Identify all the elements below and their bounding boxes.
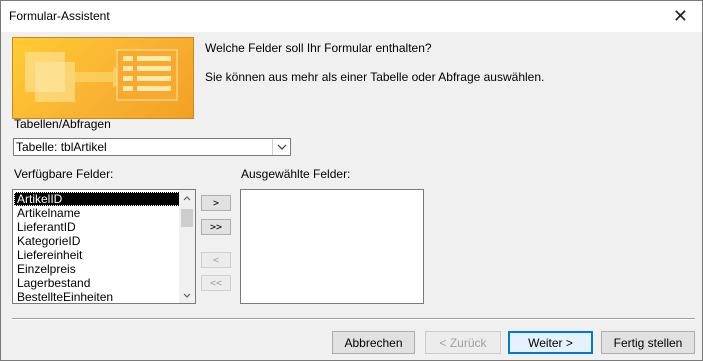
scroll-down-icon[interactable]	[179, 287, 195, 303]
title-bar: Formular-Assistent ✕	[1, 1, 702, 32]
selected-fields-label: Ausgewählte Felder:	[241, 167, 351, 181]
add-all-fields-button[interactable]: >>	[201, 219, 231, 235]
source-combobox-value: Tabelle: tblArtikel	[16, 140, 107, 154]
list-item[interactable]: BestellteEinheiten	[14, 290, 180, 303]
divider	[12, 318, 695, 320]
remove-all-fields-button[interactable]: <<	[201, 275, 231, 291]
back-button[interactable]: < Zurück	[425, 331, 501, 354]
list-item[interactable]: ArtikelID	[14, 192, 180, 206]
source-label: Tabellen/Abfragen	[14, 117, 111, 131]
list-item[interactable]: Liefereinheit	[14, 248, 180, 262]
scroll-up-icon[interactable]	[179, 190, 195, 206]
selected-fields-list[interactable]	[240, 189, 424, 304]
list-item[interactable]: LieferantID	[14, 220, 180, 234]
wizard-illustration-icon	[25, 49, 178, 102]
available-fields-list[interactable]: ArtikelID Artikelname LieferantID Katego…	[12, 189, 196, 304]
prompt-question: Welche Felder soll Ihr Formular enthalte…	[205, 41, 432, 55]
remove-field-button[interactable]: <	[201, 252, 231, 268]
prompt-hint: Sie können aus mehr als einer Tabelle od…	[205, 70, 545, 84]
list-item[interactable]: Lagerbestand	[14, 276, 180, 290]
close-icon[interactable]: ✕	[673, 6, 688, 27]
source-combobox[interactable]: Tabelle: tblArtikel	[13, 138, 291, 156]
list-item[interactable]: Artikelname	[14, 206, 180, 220]
scrollbar-thumb[interactable]	[181, 209, 193, 227]
list-item[interactable]: KategorieID	[14, 234, 180, 248]
finish-button[interactable]: Fertig stellen	[601, 331, 695, 354]
available-fields-label: Verfügbare Felder:	[14, 167, 114, 181]
add-field-button[interactable]: >	[201, 195, 231, 211]
cancel-button[interactable]: Abbrechen	[332, 331, 415, 354]
dialog-title: Formular-Assistent	[9, 9, 110, 23]
vertical-scrollbar[interactable]	[179, 190, 195, 303]
chevron-down-icon[interactable]	[272, 139, 290, 155]
list-item[interactable]: Einzelpreis	[14, 262, 180, 276]
next-button[interactable]: Weiter >	[508, 331, 593, 354]
wizard-illustration	[12, 37, 194, 119]
